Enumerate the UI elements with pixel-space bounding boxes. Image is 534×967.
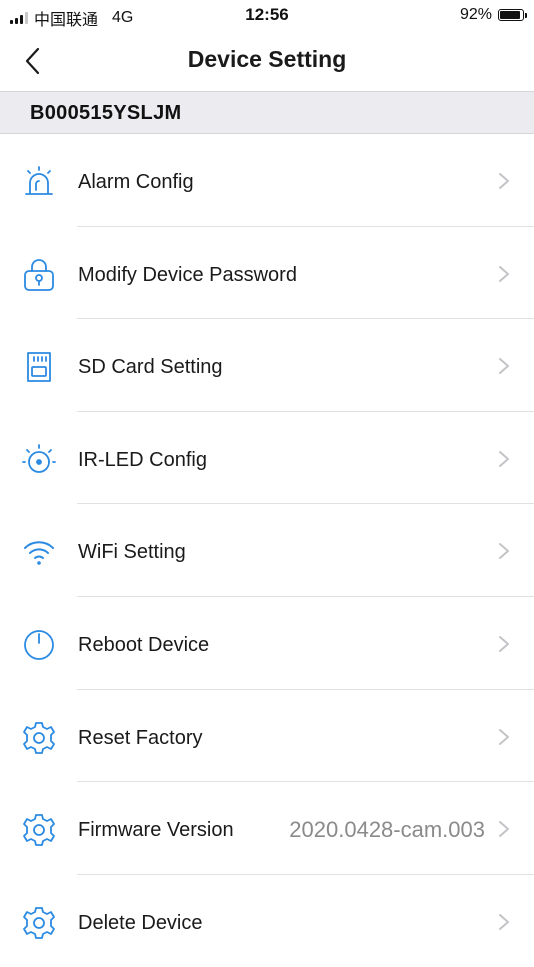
chevron-right-icon <box>499 635 509 652</box>
settings-item-label: Delete Device <box>78 911 203 934</box>
chevron-right-icon <box>499 821 509 838</box>
settings-item-label: SD Card Setting <box>78 356 223 379</box>
settings-item-label: IR-LED Config <box>78 448 207 471</box>
battery-fill <box>500 11 521 19</box>
battery-icon <box>498 9 527 21</box>
power-icon <box>24 630 54 660</box>
chevron-right-icon <box>499 173 509 189</box>
settings-item-label: Reset Factory <box>78 726 203 749</box>
settings-item-reboot[interactable]: Reboot Device <box>0 597 534 690</box>
device-id: B000515YSLJM <box>30 102 182 124</box>
chevron-right-icon <box>499 543 509 560</box>
wifi-icon <box>24 541 54 566</box>
alarm-light-icon <box>25 166 53 195</box>
gear-icon <box>23 814 55 847</box>
settings-item-ir-led[interactable]: IR-LED Config <box>0 412 534 505</box>
chevron-right-icon <box>499 450 509 467</box>
settings-item-reset-factory[interactable]: Reset Factory <box>0 690 534 783</box>
battery-percent: 92% <box>459 6 492 23</box>
settings-list: Alarm Config Modify Device Password SD C… <box>0 134 534 967</box>
ir-led-icon <box>22 443 56 473</box>
settings-item-modify-password[interactable]: Modify Device Password <box>0 227 534 320</box>
status-time: 12:56 <box>245 5 289 24</box>
gear-icon <box>23 721 55 754</box>
settings-item-firmware-version[interactable]: Firmware Version 2020.0428-cam.003 <box>0 782 534 875</box>
settings-item-label: WiFi Setting <box>78 541 186 564</box>
lock-icon <box>24 258 54 291</box>
status-bar: 中国联通 4G 12:56 92% <box>0 0 534 32</box>
settings-item-delete-device[interactable]: Delete Device <box>0 875 534 967</box>
chevron-right-icon <box>499 913 509 930</box>
settings-item-sd-card[interactable]: SD Card Setting <box>0 319 534 412</box>
settings-item-wifi[interactable]: WiFi Setting <box>0 504 534 597</box>
chevron-right-icon <box>499 358 509 375</box>
chevron-right-icon <box>499 728 509 745</box>
gear-icon <box>23 906 55 939</box>
settings-item-label: Modify Device Password <box>78 263 297 286</box>
firmware-version-value: 2020.0428-cam.003 <box>289 817 485 843</box>
sd-card-icon <box>27 352 51 383</box>
nav-bar: Device Setting <box>0 32 534 90</box>
status-right: 92% <box>459 6 527 24</box>
settings-item-alarm-config[interactable]: Alarm Config <box>0 134 534 227</box>
device-id-header: B000515YSLJM <box>0 91 534 134</box>
chevron-right-icon <box>499 265 509 282</box>
settings-item-label: Reboot Device <box>78 633 210 656</box>
settings-item-label: Alarm Config <box>78 171 194 193</box>
page-title: Device Setting <box>187 46 347 72</box>
settings-item-label: Firmware Version <box>78 819 234 842</box>
